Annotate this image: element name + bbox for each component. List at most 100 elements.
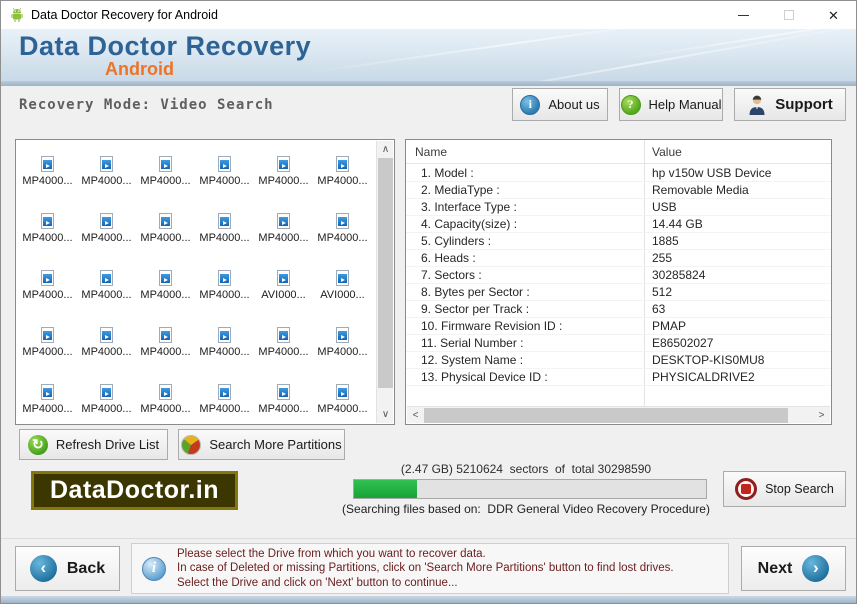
file-item[interactable]: AVI000... (254, 255, 313, 312)
table-row[interactable]: 6. Heads : 255 (406, 250, 831, 267)
close-button[interactable]: ✕ (811, 1, 856, 29)
video-file-icon (277, 270, 290, 286)
search-more-partitions-button[interactable]: Search More Partitions (178, 429, 345, 460)
file-item[interactable]: AVI000... (313, 255, 372, 312)
file-item[interactable]: MP4000... (195, 141, 254, 198)
table-row[interactable]: 11. Serial Number : E86502027 (406, 335, 831, 352)
file-item[interactable]: MP4000... (77, 198, 136, 255)
file-item[interactable]: MP4000... (136, 198, 195, 255)
table-row[interactable]: 4. Capacity(size) : 14.44 GB (406, 216, 831, 233)
back-button[interactable]: ‹ Back (15, 546, 120, 591)
file-item[interactable]: MP4000... (77, 141, 136, 198)
file-name-label: MP4000... (317, 346, 367, 358)
file-name-label: MP4000... (22, 289, 72, 301)
scroll-left-icon[interactable]: < (407, 407, 424, 424)
file-item[interactable]: MP4000... (313, 369, 372, 423)
name-column-header: Name (415, 145, 447, 159)
video-file-icon (336, 156, 349, 172)
datadoctor-logo: DataDoctor.in (31, 471, 238, 510)
info-icon: i (520, 95, 540, 115)
maximize-button[interactable] (766, 1, 811, 29)
help-manual-button[interactable]: ? Help Manual (619, 88, 723, 121)
scroll-down-icon[interactable]: ∨ (377, 406, 394, 423)
scrollbar-thumb[interactable] (378, 158, 393, 388)
file-item[interactable]: MP4000... (254, 312, 313, 369)
file-name-label: MP4000... (199, 232, 249, 244)
recovered-files-panel: MP4000... MP4000... MP4000... MP4000... (15, 139, 395, 425)
video-file-icon (41, 327, 54, 343)
table-row[interactable]: 3. Interface Type : USB (406, 199, 831, 216)
instruction-text: Please select the Drive from which you w… (177, 547, 674, 591)
table-row[interactable]: 2. MediaType : Removable Media (406, 182, 831, 199)
file-item[interactable]: MP4000... (136, 312, 195, 369)
about-us-button[interactable]: i About us (512, 88, 608, 121)
property-value: 512 (652, 285, 672, 299)
property-name: 9. Sector per Track : (421, 302, 529, 316)
file-item[interactable]: MP4000... (77, 369, 136, 423)
video-file-icon (41, 384, 54, 400)
support-button[interactable]: Support (734, 88, 846, 121)
file-item[interactable]: MP4000... (254, 369, 313, 423)
scroll-right-icon[interactable]: > (813, 407, 830, 424)
property-value: 1885 (652, 234, 679, 248)
file-grid: MP4000... MP4000... MP4000... MP4000... (18, 141, 376, 423)
table-row[interactable]: 13. Physical Device ID : PHYSICALDRIVE2 (406, 369, 831, 386)
stop-search-button[interactable]: Stop Search (723, 471, 846, 507)
file-item[interactable]: MP4000... (195, 369, 254, 423)
next-button[interactable]: Next › (741, 546, 846, 591)
progress-status-text: (2.47 GB) 5210624 sectors of total 30298… (341, 462, 711, 476)
next-chevron-icon: › (802, 555, 829, 582)
table-row[interactable]: 9. Sector per Track : 63 (406, 301, 831, 318)
file-item[interactable]: MP4000... (18, 141, 77, 198)
info-icon: i (142, 557, 166, 581)
property-value: PHYSICALDRIVE2 (652, 370, 755, 384)
close-icon: ✕ (828, 9, 839, 22)
file-item[interactable]: MP4000... (313, 312, 372, 369)
file-item[interactable]: MP4000... (77, 255, 136, 312)
video-file-icon (159, 270, 172, 286)
file-item[interactable]: MP4000... (195, 255, 254, 312)
file-name-label: MP4000... (22, 403, 72, 415)
file-item[interactable]: MP4000... (18, 255, 77, 312)
table-row[interactable]: 5. Cylinders : 1885 (406, 233, 831, 250)
horizontal-scrollbar[interactable]: < > (407, 406, 830, 423)
video-file-icon (218, 156, 231, 172)
property-name: 11. Serial Number : (421, 336, 524, 350)
refresh-drive-list-button[interactable]: ↻ Refresh Drive List (19, 429, 168, 460)
file-item[interactable]: MP4000... (195, 312, 254, 369)
file-name-label: MP4000... (22, 346, 72, 358)
file-item[interactable]: MP4000... (136, 255, 195, 312)
property-value: E86502027 (652, 336, 713, 350)
header-divider-strip (1, 81, 856, 86)
file-item[interactable]: MP4000... (77, 312, 136, 369)
video-file-icon (100, 213, 113, 229)
file-item[interactable]: MP4000... (254, 198, 313, 255)
file-item[interactable]: MP4000... (136, 369, 195, 423)
table-row[interactable]: 8. Bytes per Sector : 512 (406, 284, 831, 301)
file-item[interactable]: MP4000... (195, 198, 254, 255)
file-item[interactable]: MP4000... (254, 141, 313, 198)
table-row[interactable]: 10. Firmware Revision ID : PMAP (406, 318, 831, 335)
refresh-label: Refresh Drive List (56, 437, 159, 452)
video-file-icon (277, 156, 290, 172)
table-row[interactable]: 7. Sectors : 30285824 (406, 267, 831, 284)
window-controls: ✕ (721, 1, 856, 29)
scroll-up-icon[interactable]: ∧ (377, 141, 394, 158)
file-item[interactable]: MP4000... (18, 369, 77, 423)
header-banner: Data Doctor Recovery Android (1, 29, 856, 81)
video-file-icon (336, 327, 349, 343)
file-name-label: MP4000... (22, 175, 72, 187)
file-name-label: MP4000... (81, 175, 131, 187)
scrollbar-thumb[interactable] (424, 408, 788, 423)
file-item[interactable]: MP4000... (313, 141, 372, 198)
property-value: DESKTOP-KIS0MU8 (652, 353, 764, 367)
table-row[interactable]: 12. System Name : DESKTOP-KIS0MU8 (406, 352, 831, 369)
file-item[interactable]: MP4000... (18, 198, 77, 255)
file-item[interactable]: MP4000... (136, 141, 195, 198)
vertical-scrollbar[interactable]: ∧ ∨ (376, 141, 393, 423)
table-row[interactable]: 1. Model : hp v150w USB Device (406, 165, 831, 182)
minimize-button[interactable] (721, 1, 766, 29)
file-item[interactable]: MP4000... (313, 198, 372, 255)
footer-separator (1, 538, 856, 539)
file-item[interactable]: MP4000... (18, 312, 77, 369)
